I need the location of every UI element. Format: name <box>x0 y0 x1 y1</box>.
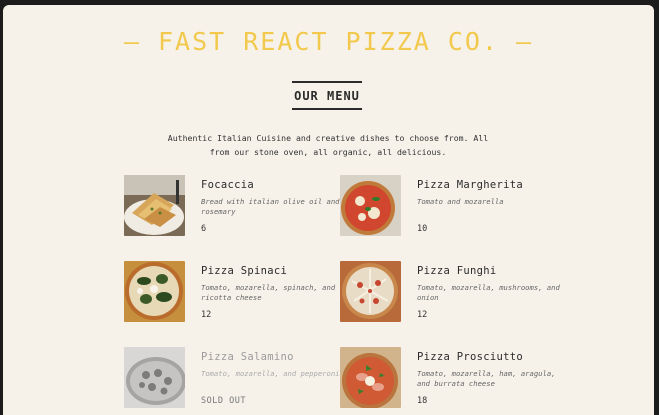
sold-out-label: SOLD OUT <box>201 396 246 406</box>
item-price: 10 <box>417 224 428 234</box>
menu-item-pizza-spinaci[interactable]: Pizza Spinaci Tomato, mozarella, spinach… <box>124 261 354 325</box>
item-name: Pizza Funghi <box>417 265 497 277</box>
menu-item-pizza-prosciutto[interactable]: Pizza Prosciutto Tomato, mozarella, ham,… <box>340 347 570 411</box>
item-price: 12 <box>417 310 428 320</box>
menu-heading: OUR MENU <box>292 81 362 110</box>
pizza-prosciutto-photo <box>340 347 401 408</box>
item-name: Pizza Salamino <box>201 351 294 363</box>
item-name: Focaccia <box>201 179 254 191</box>
item-description: Tomato and mozarella <box>417 197 504 206</box>
menu-item-pizza-funghi[interactable]: Pizza Funghi Tomato, mozarella, mushroom… <box>340 261 570 325</box>
item-description: Bread with italian olive oil and rosemar… <box>201 197 340 216</box>
item-description: Tomato, mozarella, and pepperoni <box>201 369 340 378</box>
menu-item-pizza-margherita[interactable]: Pizza Margherita Tomato and mozarella 10 <box>340 175 570 239</box>
item-name: Pizza Spinaci <box>201 265 288 277</box>
focaccia-photo <box>124 175 185 236</box>
pizza-spinaci-photo <box>124 261 185 322</box>
app-title: — FAST REACT PIZZA CO. — <box>123 27 534 56</box>
item-description: Tomato, mozarella, mushrooms, and onion <box>417 283 560 302</box>
item-name: Pizza Prosciutto <box>417 351 523 363</box>
pizza-margherita-photo <box>340 175 401 236</box>
page-container: — FAST REACT PIZZA CO. — OUR MENU Authen… <box>3 5 654 415</box>
item-description: Tomato, mozarella, spinach, and ricotta … <box>201 283 336 302</box>
item-price: 12 <box>201 310 212 320</box>
item-description: Tomato, mozarella, ham, aragula, and bur… <box>417 369 556 388</box>
pizza-funghi-photo <box>340 261 401 322</box>
item-price: 18 <box>417 396 428 406</box>
item-price: 6 <box>201 224 207 234</box>
menu-item-pizza-salamino[interactable]: Pizza Salamino Tomato, mozarella, and pe… <box>124 347 354 411</box>
pizza-salamino-photo <box>124 347 185 408</box>
menu-tagline: Authentic Italian Cuisine and creative d… <box>167 133 489 157</box>
menu-item-focaccia[interactable]: Focaccia Bread with italian olive oil an… <box>124 175 354 239</box>
item-name: Pizza Margherita <box>417 179 523 191</box>
